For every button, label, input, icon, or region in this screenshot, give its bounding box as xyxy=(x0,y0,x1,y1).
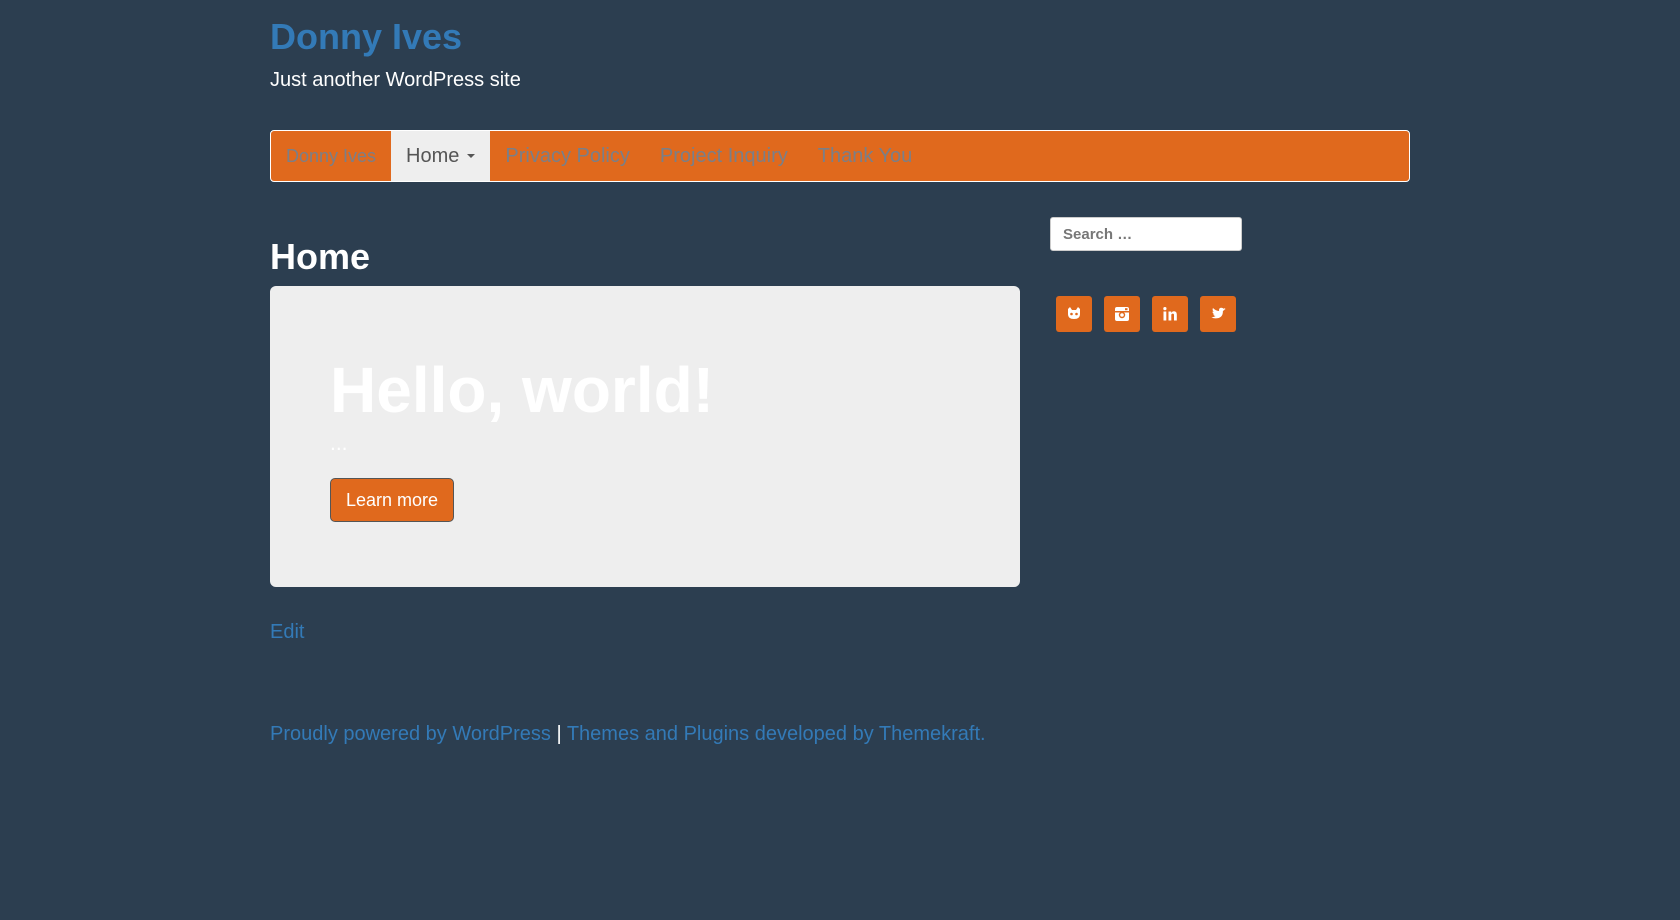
nav-item-home[interactable]: Home xyxy=(391,131,491,181)
nav-item-project-inquiry[interactable]: Project Inquiry xyxy=(645,131,803,181)
page: Donny Ives Just another WordPress site D… xyxy=(0,0,1680,920)
nav-brand[interactable]: Donny Ives xyxy=(271,131,391,181)
jumbotron-text: ... xyxy=(330,432,348,455)
themekraft-link[interactable]: Themes and Plugins developed by Themekra… xyxy=(567,723,986,745)
site-title[interactable]: Donny Ives xyxy=(270,16,462,58)
site-description: Just another WordPress site xyxy=(270,69,521,91)
twitter-glyph xyxy=(1211,307,1226,319)
linkedin-glyph xyxy=(1163,307,1177,321)
search-input[interactable] xyxy=(1050,217,1242,251)
powered-by-link[interactable]: Proudly powered by WordPress xyxy=(270,723,551,745)
site-footer: Proudly powered by WordPress | Themes an… xyxy=(270,722,986,746)
nav-item-label: Home xyxy=(406,144,460,167)
nav-item-thank-you[interactable]: Thank You xyxy=(803,131,928,181)
github-icon[interactable] xyxy=(1056,296,1092,332)
nav-item-privacy-policy[interactable]: Privacy Policy xyxy=(490,131,644,181)
edit-link[interactable]: Edit xyxy=(270,620,304,644)
instagram-glyph xyxy=(1115,307,1129,321)
learn-more-button[interactable]: Learn more xyxy=(330,478,454,522)
jumbotron xyxy=(270,286,1020,587)
social-links xyxy=(1056,296,1236,332)
footer-separator: | xyxy=(556,723,562,745)
twitter-icon[interactable] xyxy=(1200,296,1236,332)
linkedin-icon[interactable] xyxy=(1152,296,1188,332)
caret-down-icon xyxy=(467,154,476,158)
main-navbar: Donny Ives Home Privacy Policy Project I… xyxy=(270,130,1410,182)
page-title: Home xyxy=(270,236,371,277)
instagram-icon[interactable] xyxy=(1104,296,1140,332)
github-glyph xyxy=(1068,307,1080,319)
jumbotron-heading: Hello, world! xyxy=(330,354,714,426)
